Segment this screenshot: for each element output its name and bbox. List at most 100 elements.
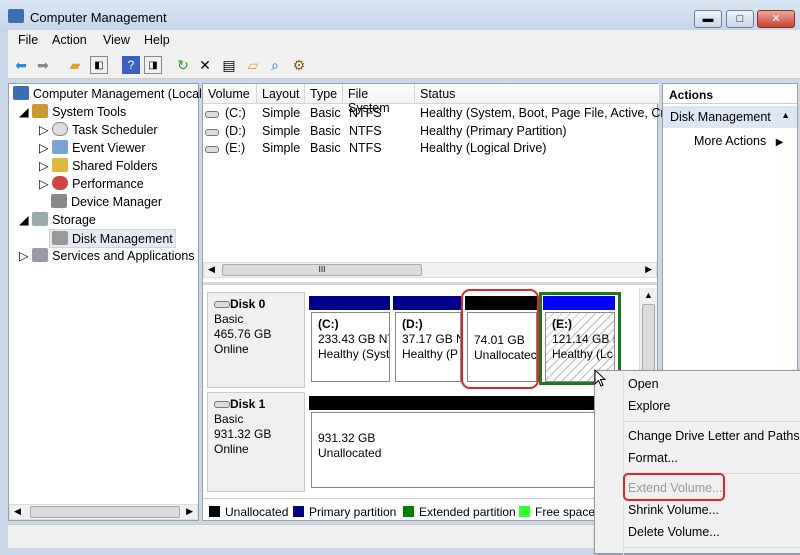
tree-label: Device Manager <box>71 195 163 209</box>
legend-swatch <box>403 506 414 517</box>
disk-name: Disk 1 <box>230 397 266 411</box>
settings-icon[interactable]: ⚙ <box>290 56 308 74</box>
cell-layout: Simple <box>262 106 301 120</box>
cell-volume: (D:) <box>225 124 246 138</box>
event-viewer-icon <box>52 140 69 154</box>
scroll-left-icon[interactable]: ◀ <box>208 264 215 275</box>
disk-size: 465.76 GB <box>214 327 272 341</box>
menu-action[interactable]: Action <box>52 33 87 47</box>
cell-status: Healthy (Logical Drive) <box>420 141 547 155</box>
column-layout[interactable]: Layout <box>257 84 305 104</box>
context-shrink-volume[interactable]: Shrink Volume... <box>628 503 719 517</box>
legend-label: Extended partition <box>419 505 516 519</box>
primary-partition-bar <box>309 296 390 310</box>
column-file-system[interactable]: File System <box>343 84 415 115</box>
unallocated-bar <box>309 396 639 410</box>
tree-item-performance[interactable]: ▷ Performance <box>39 176 144 191</box>
scroll-right-icon[interactable]: ▶ <box>186 506 193 517</box>
context-open[interactable]: Open <box>628 377 659 391</box>
show-hide-action-icon[interactable]: ◨ <box>144 56 162 74</box>
properties-icon[interactable]: ▤ <box>220 56 238 74</box>
actions-section-disk-management[interactable]: Disk Management ▲ <box>663 106 797 128</box>
menu-bar: File Action View Help <box>8 30 800 51</box>
column-type[interactable]: Type <box>305 84 343 104</box>
scroll-thumb[interactable] <box>30 506 180 518</box>
partition-disk1-unallocated[interactable]: 931.32 GB Unallocated <box>311 412 639 488</box>
refresh-icon[interactable]: ↻ <box>174 56 192 74</box>
scroll-up-icon[interactable]: ▲ <box>644 290 653 300</box>
context-change-drive-letter[interactable]: Change Drive Letter and Paths... <box>628 429 800 443</box>
column-status[interactable]: Status <box>415 84 659 104</box>
forward-icon[interactable]: ➡ <box>34 56 52 74</box>
partition-size: 121.14 GB N <box>552 332 615 346</box>
scroll-left-icon[interactable]: ◀ <box>14 506 21 517</box>
tree-item-shared-folders[interactable]: ▷ Shared Folders <box>39 158 158 173</box>
tree-item-root[interactable]: Computer Management (Local <box>13 86 202 101</box>
cell-type: Basic <box>310 124 341 138</box>
disk-0-label[interactable]: Disk 0 Basic 465.76 GB Online <box>207 292 305 388</box>
disk-name: Disk 0 <box>230 297 266 311</box>
maximize-button[interactable]: □ <box>726 10 754 28</box>
context-explore[interactable]: Explore <box>628 399 670 413</box>
scroll-thumb[interactable]: III <box>222 264 422 276</box>
volume-list-horizontal-scrollbar[interactable]: ◀ III ▶ <box>203 262 657 278</box>
disk-management-pane: Volume Layout Type File System Status (C… <box>202 83 678 521</box>
context-format[interactable]: Format... <box>628 451 678 465</box>
tree-item-storage[interactable]: ◢ Storage <box>19 212 96 227</box>
cell-type: Basic <box>310 106 341 120</box>
logical-drive-bar <box>543 296 615 310</box>
disk-icon <box>52 231 68 245</box>
tree-item-system-tools[interactable]: ◢ System Tools <box>19 104 126 119</box>
column-volume[interactable]: Volume <box>203 84 257 104</box>
disk-icon <box>214 401 230 408</box>
menu-file[interactable]: File <box>18 33 38 47</box>
scroll-right-icon[interactable]: ▶ <box>645 264 652 275</box>
search-icon[interactable]: ⌕ <box>266 56 284 74</box>
splitter[interactable] <box>203 282 657 285</box>
cell-volume: (C:) <box>225 106 246 120</box>
disk-1-label[interactable]: Disk 1 Basic 931.32 GB Online <box>207 392 305 492</box>
legend-free-space: Free space <box>519 505 595 519</box>
open-icon[interactable]: ▱ <box>244 56 262 74</box>
tree-horizontal-scrollbar[interactable]: ◀ ▶ <box>9 504 198 520</box>
legend-primary: Primary partition <box>293 505 396 519</box>
up-folder-icon[interactable]: ▰ <box>66 56 84 74</box>
partition-d[interactable]: (D:) 37.17 GB N Healthy (P <box>395 312 461 382</box>
menu-help[interactable]: Help <box>144 33 170 47</box>
tree-item-task-scheduler[interactable]: ▷ Task Scheduler <box>39 122 158 137</box>
cell-file-system: NTFS <box>349 106 382 120</box>
storage-icon <box>32 212 49 226</box>
drive-icon <box>205 129 219 136</box>
tree-item-event-viewer[interactable]: ▷ Event Viewer <box>39 140 146 155</box>
clock-icon <box>52 122 69 136</box>
device-manager-icon <box>51 194 67 208</box>
collapse-icon: ▲ <box>781 110 790 120</box>
show-hide-tree-icon[interactable]: ◧ <box>90 56 108 74</box>
cell-file-system: NTFS <box>349 141 382 155</box>
tree-label: Shared Folders <box>72 159 158 173</box>
back-icon[interactable]: ⬅ <box>12 56 30 74</box>
tree-item-device-manager[interactable]: Device Manager <box>51 194 162 209</box>
close-button[interactable]: ✕ <box>757 10 795 28</box>
partition-label: (E:) <box>552 317 572 331</box>
minimize-button[interactable]: ▬ <box>694 10 722 28</box>
delete-icon[interactable]: ✕ <box>196 56 214 74</box>
help-icon[interactable]: ? <box>122 56 140 74</box>
partition-size: 931.32 GB <box>318 431 376 445</box>
cell-layout: Simple <box>262 141 301 155</box>
legend-swatch <box>209 506 220 517</box>
partition-label: (C:) <box>318 317 339 331</box>
tree-label: System Tools <box>52 105 127 119</box>
cell-status: Healthy (System, Boot, Page File, Active… <box>420 106 678 120</box>
tree-item-services[interactable]: ▷ Services and Applications <box>19 248 195 263</box>
partition-c[interactable]: (C:) 233.43 GB NT Healthy (Syst <box>311 312 390 382</box>
tree-item-disk-management[interactable]: Disk Management <box>49 229 176 248</box>
legend-extended: Extended partition <box>403 505 516 519</box>
context-delete-volume[interactable]: Delete Volume... <box>628 525 720 539</box>
menu-view[interactable]: View <box>103 33 130 47</box>
disk-type: Basic <box>214 412 244 426</box>
more-actions[interactable]: More Actions ▶ <box>694 134 783 148</box>
window-title: Computer Management <box>30 10 167 25</box>
more-actions-label: More Actions <box>694 134 767 148</box>
primary-partition-bar <box>393 296 461 310</box>
